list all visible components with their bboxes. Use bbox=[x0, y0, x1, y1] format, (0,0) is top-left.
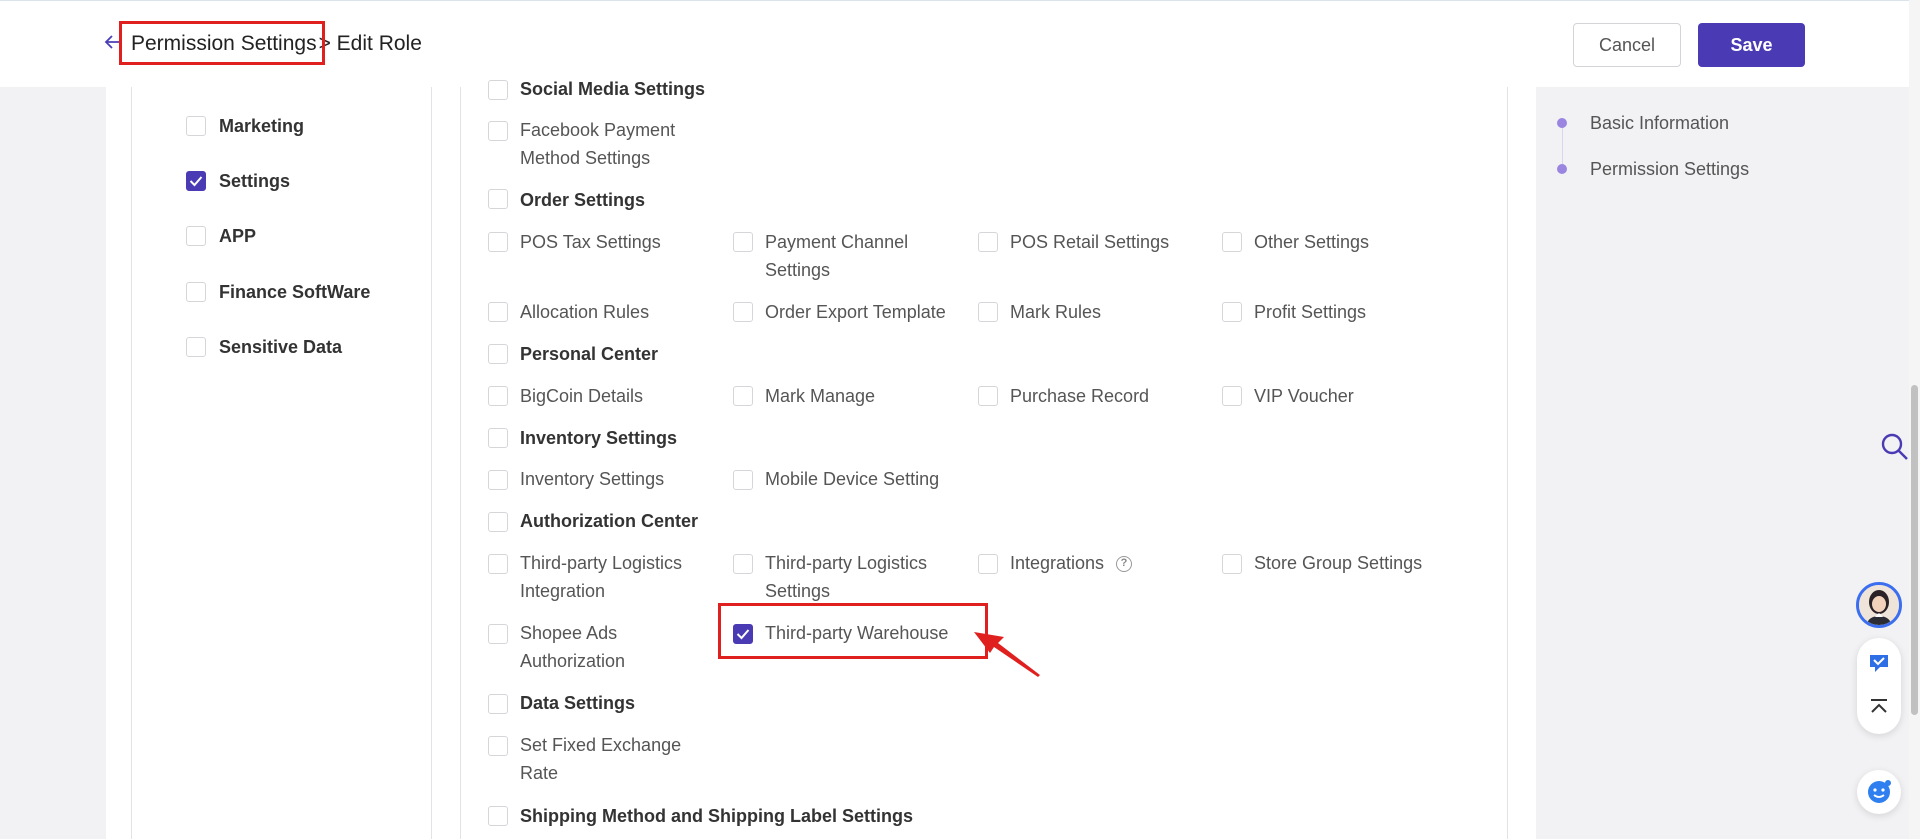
cancel-button[interactable]: Cancel bbox=[1573, 23, 1681, 67]
checkbox-inventory-settings-group[interactable] bbox=[488, 428, 508, 448]
column-divider bbox=[460, 87, 461, 839]
back-to-top-icon[interactable] bbox=[1868, 696, 1890, 718]
permission-label: Third-party Logistics Settings bbox=[765, 553, 928, 601]
checkbox-order-export-template[interactable] bbox=[733, 302, 753, 322]
permission-label: Mobile Device Setting bbox=[765, 469, 940, 489]
permission-label: Store Group Settings bbox=[1254, 553, 1423, 573]
group-title: Shipping Method and Shipping Label Setti… bbox=[520, 806, 913, 826]
help-icon[interactable]: ? bbox=[1116, 556, 1132, 572]
checkbox-facebook-payment[interactable] bbox=[488, 121, 508, 141]
checkbox-purchase-record[interactable] bbox=[978, 386, 998, 406]
checkbox-integrations[interactable] bbox=[978, 554, 998, 574]
module-label: Marketing bbox=[219, 116, 305, 136]
checkbox-settings[interactable] bbox=[186, 171, 206, 191]
permission-label: Allocation Rules bbox=[520, 302, 650, 322]
checkbox-marketing[interactable] bbox=[186, 116, 206, 136]
group-title: Personal Center bbox=[520, 344, 659, 364]
group-title: Order Settings bbox=[520, 190, 646, 210]
tool-pill bbox=[1857, 638, 1901, 734]
permission-label: Integrations bbox=[1010, 553, 1105, 573]
anchor-dot bbox=[1557, 118, 1567, 128]
permission-label: Profit Settings bbox=[1254, 302, 1367, 322]
group-title: Social Media Settings bbox=[520, 79, 706, 99]
module-label: APP bbox=[219, 226, 257, 246]
checkbox-mobile-device-setting[interactable] bbox=[733, 470, 753, 490]
group-title: Inventory Settings bbox=[520, 428, 678, 448]
permission-label: POS Tax Settings bbox=[520, 232, 661, 252]
anchor-nav-line bbox=[1562, 124, 1563, 168]
check-icon bbox=[189, 176, 203, 187]
checkbox-inventory-settings[interactable] bbox=[488, 470, 508, 490]
permission-label: Other Settings bbox=[1254, 232, 1370, 252]
group-title: Authorization Center bbox=[520, 511, 698, 531]
chat-icon[interactable] bbox=[1868, 652, 1890, 674]
checkbox-set-fixed-exchange-rate[interactable] bbox=[488, 736, 508, 756]
checkbox-mark-manage[interactable] bbox=[733, 386, 753, 406]
avatar-icon bbox=[1859, 585, 1899, 625]
permission-label: Payment Channel Settings bbox=[765, 232, 909, 280]
permission-label: Purchase Record bbox=[1010, 386, 1150, 406]
checkbox-personal-center[interactable] bbox=[488, 344, 508, 364]
checkbox-data-settings[interactable] bbox=[488, 694, 508, 714]
checkbox-sensitive-data[interactable] bbox=[186, 337, 206, 357]
module-label: Sensitive Data bbox=[219, 337, 343, 357]
checkbox-3pl-integration[interactable] bbox=[488, 554, 508, 574]
checkbox-mark-rules[interactable] bbox=[978, 302, 998, 322]
search-icon[interactable] bbox=[1880, 432, 1910, 462]
permission-label: Mark Manage bbox=[765, 386, 876, 406]
anchor-dot bbox=[1557, 164, 1567, 174]
checkbox-shipping-settings[interactable] bbox=[488, 806, 508, 826]
scrollbar-thumb[interactable] bbox=[1911, 385, 1918, 715]
permission-label: Mark Rules bbox=[1010, 302, 1102, 322]
checkbox-order-settings[interactable] bbox=[488, 189, 508, 209]
column-divider bbox=[1507, 87, 1508, 839]
checkbox-authorization-center[interactable] bbox=[488, 512, 508, 532]
checkbox-shopee-ads-authorization[interactable] bbox=[488, 624, 508, 644]
permission-label: Set Fixed Exchange Rate bbox=[520, 735, 682, 783]
permission-label: Third-party Logistics Integration bbox=[520, 553, 683, 601]
checkbox-social-media-settings[interactable] bbox=[488, 80, 508, 100]
chatbot-icon bbox=[1868, 780, 1891, 803]
edit-role-card bbox=[106, 87, 1536, 839]
chatbot-button[interactable] bbox=[1857, 770, 1901, 814]
permission-label: VIP Voucher bbox=[1254, 386, 1354, 406]
permission-label: POS Retail Settings bbox=[1010, 232, 1170, 252]
checkbox-allocation-rules[interactable] bbox=[488, 302, 508, 322]
column-divider bbox=[431, 87, 432, 839]
group-title: Data Settings bbox=[520, 693, 636, 713]
permission-label: Order Export Template bbox=[765, 302, 946, 322]
save-button[interactable]: Save bbox=[1698, 23, 1805, 67]
annotation-box-warehouse bbox=[718, 603, 988, 659]
checkbox-app[interactable] bbox=[186, 226, 206, 246]
checkbox-other-settings[interactable] bbox=[1222, 232, 1242, 252]
module-label: Finance SoftWare bbox=[219, 282, 371, 302]
support-avatar[interactable] bbox=[1856, 582, 1902, 628]
checkbox-payment-channel[interactable] bbox=[733, 232, 753, 252]
checkbox-pos-retail[interactable] bbox=[978, 232, 998, 252]
checkbox-3pl-settings[interactable] bbox=[733, 554, 753, 574]
anchor-basic-information[interactable]: Basic Information bbox=[1590, 113, 1729, 134]
annotation-box-breadcrumb bbox=[119, 21, 325, 65]
module-label: Settings bbox=[219, 171, 291, 191]
anchor-permission-settings[interactable]: Permission Settings bbox=[1590, 159, 1749, 180]
checkbox-finance-software[interactable] bbox=[186, 282, 206, 302]
column-divider bbox=[131, 87, 132, 839]
page-header: Permission Settings> Edit Role Cancel Sa… bbox=[0, 0, 1920, 87]
permission-label: Shopee Ads Authorization bbox=[520, 623, 626, 671]
checkbox-pos-tax[interactable] bbox=[488, 232, 508, 252]
checkbox-bigcoin-details[interactable] bbox=[488, 386, 508, 406]
checkbox-store-group-settings[interactable] bbox=[1222, 554, 1242, 574]
annotation-arrow-icon bbox=[974, 632, 1040, 677]
checkbox-profit-settings[interactable] bbox=[1222, 302, 1242, 322]
permission-label: BigCoin Details bbox=[520, 386, 644, 406]
permission-label: Facebook Payment Method Settings bbox=[520, 120, 676, 168]
permission-label: Inventory Settings bbox=[520, 469, 665, 489]
breadcrumb-current: > Edit Role bbox=[318, 32, 422, 55]
checkbox-vip-voucher[interactable] bbox=[1222, 386, 1242, 406]
